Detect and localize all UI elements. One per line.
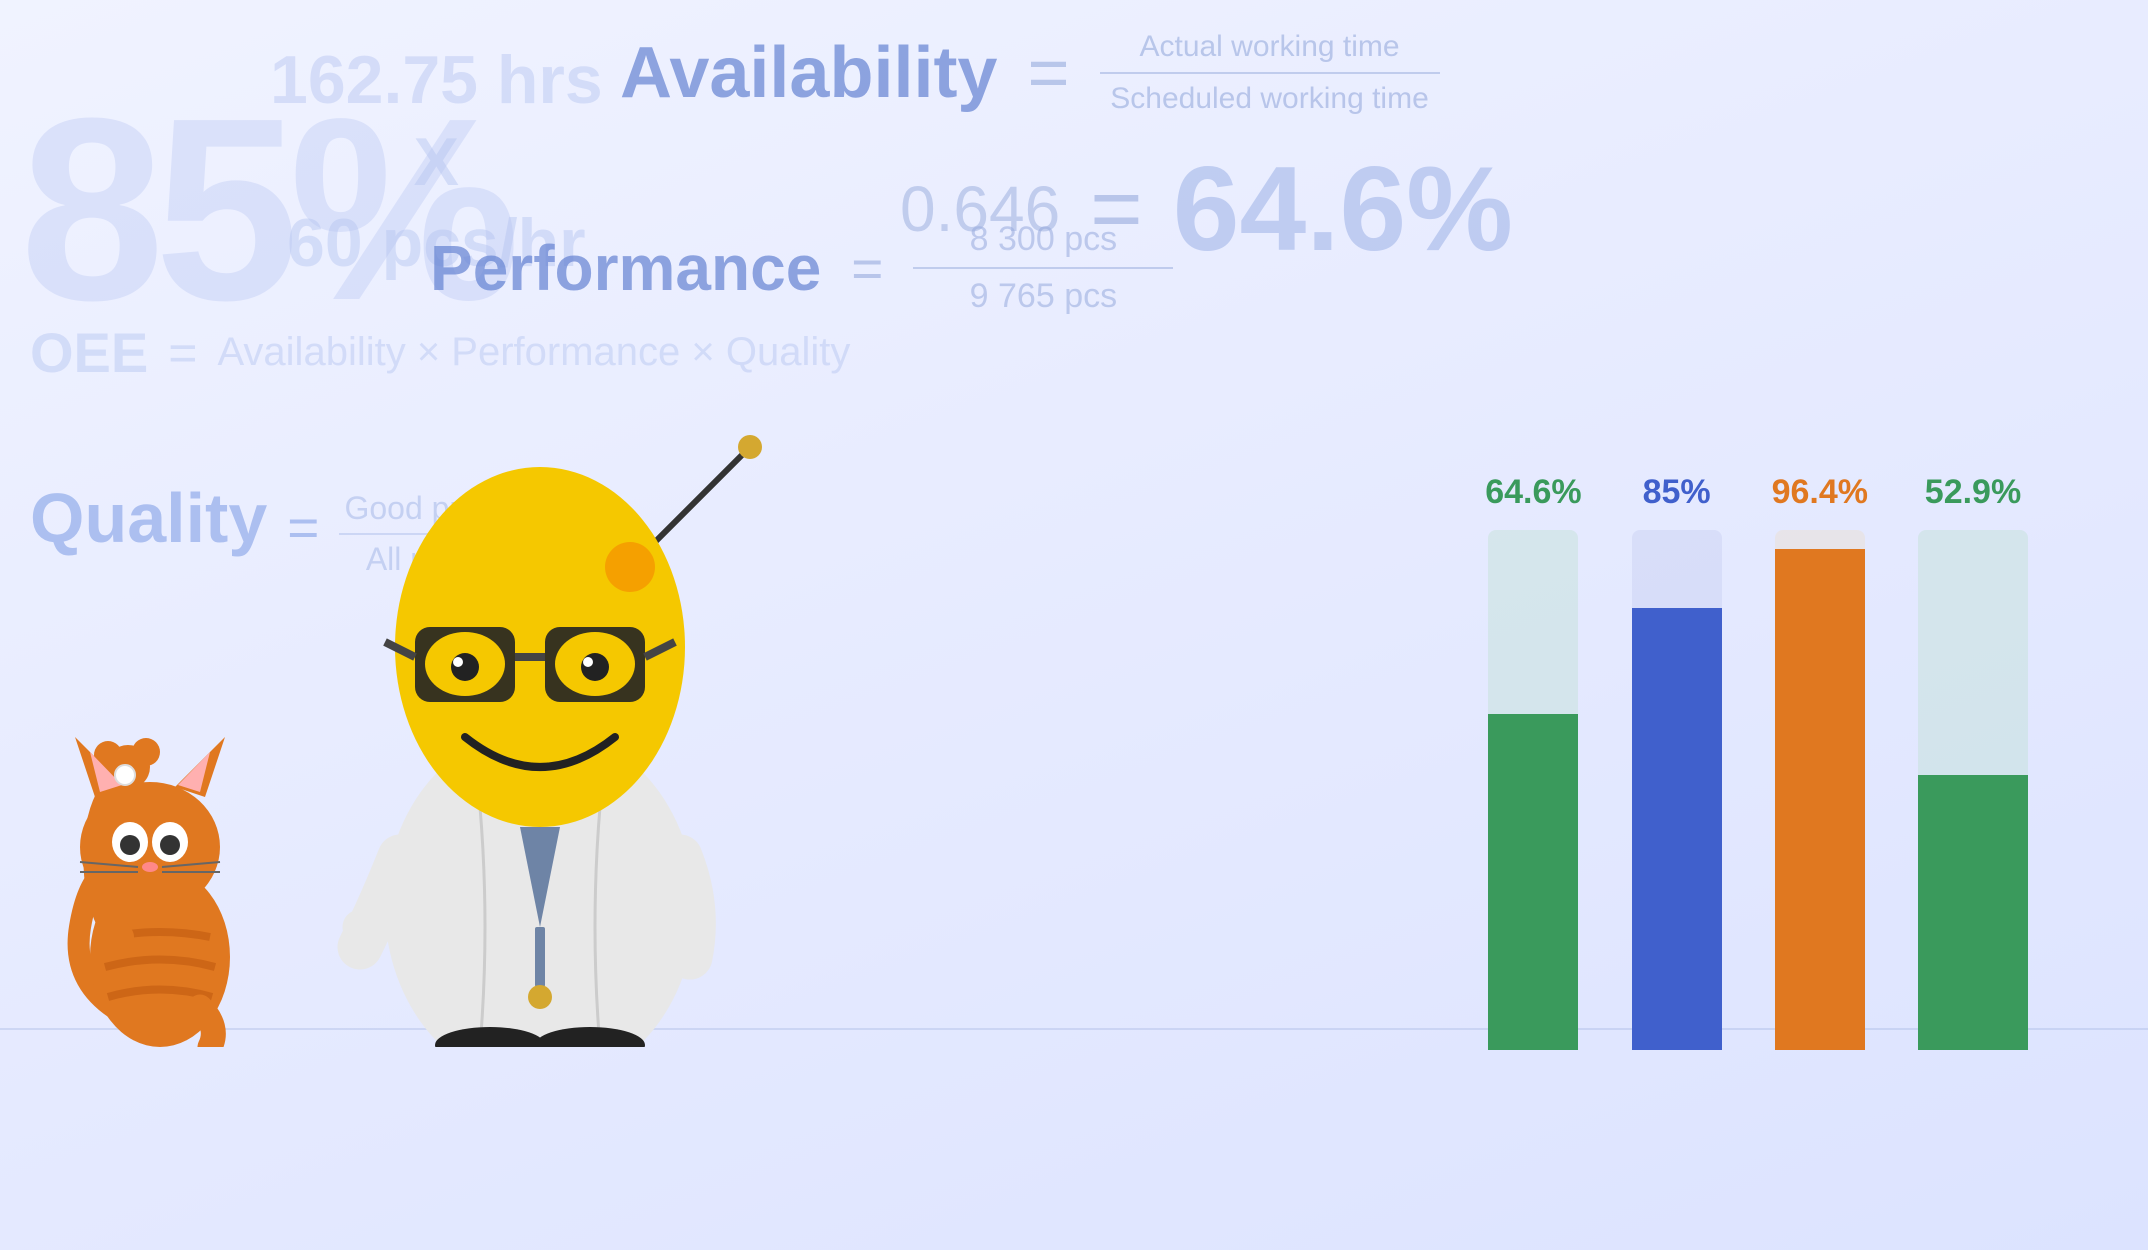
performance-fraction: 8 300 pcs 9 765 pcs xyxy=(913,220,1173,316)
bar-wrap-performance xyxy=(1632,530,1722,1050)
oee-formula-block: OEE = Availability × Performance × Quali… xyxy=(30,320,850,385)
cat-character xyxy=(50,667,250,1052)
bar-label-performance: 85% xyxy=(1643,473,1711,512)
availability-percent: 64.6% xyxy=(1173,140,1513,278)
bar-upper-oee xyxy=(1918,530,2028,775)
quality-label: Quality xyxy=(30,480,267,557)
bar-label-availability: 64.6% xyxy=(1485,473,1581,512)
bar-group-availability: 64.6% xyxy=(1485,473,1581,1050)
bg-hrs-line2: X xyxy=(270,122,603,204)
performance-block: Performance = 8 300 pcs 9 765 pcs xyxy=(430,220,1173,316)
bar-lower-availability xyxy=(1488,714,1578,1050)
availability-equals: = xyxy=(1027,32,1069,114)
bar-wrap-quality xyxy=(1775,530,1865,1050)
bar-label-oee: 52.9% xyxy=(1925,473,2021,512)
performance-denominator: 9 765 pcs xyxy=(970,277,1117,316)
bar-upper-performance xyxy=(1632,530,1722,608)
oee-formula: Availability × Performance × Quality xyxy=(217,330,850,375)
bar-lower-oee xyxy=(1918,775,2028,1050)
bg-hrs-line1: 162.75 hrs xyxy=(270,40,603,122)
quality-equals: = xyxy=(287,495,319,559)
bar-upper-quality xyxy=(1775,530,1865,549)
oee-equals: = xyxy=(168,324,197,382)
professor-character xyxy=(320,427,800,1052)
availability-label: Availability xyxy=(620,32,997,114)
bar-lower-performance xyxy=(1632,608,1722,1050)
bar-group-performance: 85% xyxy=(1632,473,1722,1050)
performance-equals: = xyxy=(851,236,883,300)
bar-lower-quality xyxy=(1775,549,1865,1050)
bar-label-quality: 96.4% xyxy=(1772,473,1868,512)
bar-group-oee: 52.9% xyxy=(1918,473,2028,1050)
availability-fraction: Actual working time Scheduled working ti… xyxy=(1100,30,1440,116)
bar-wrap-oee xyxy=(1918,530,2028,1050)
performance-label: Performance xyxy=(430,231,821,305)
bar-chart: 64.6% 85% 96.4% 52.9% xyxy=(1485,473,2028,1050)
availability-block: Availability = Actual working time Sched… xyxy=(620,30,1440,116)
oee-label: OEE xyxy=(30,320,148,385)
bar-wrap-availability xyxy=(1488,530,1578,1050)
perf-frac-line xyxy=(913,267,1173,269)
avail-frac-line xyxy=(1100,72,1440,74)
availability-denominator: Scheduled working time xyxy=(1110,82,1429,116)
bar-group-quality: 96.4% xyxy=(1772,473,1868,1050)
availability-numerator: Actual working time xyxy=(1139,30,1399,64)
bar-upper-availability xyxy=(1488,530,1578,714)
performance-numerator: 8 300 pcs xyxy=(970,220,1117,259)
